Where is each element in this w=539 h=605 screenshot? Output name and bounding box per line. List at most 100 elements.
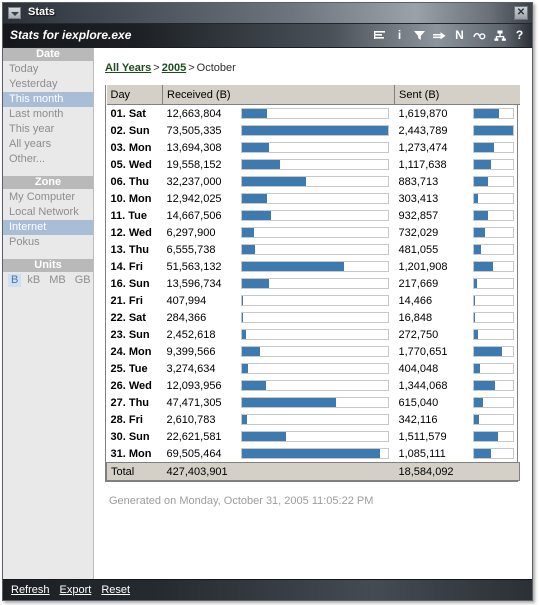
table-row[interactable]: 03. Mon13,694,3081,273,474	[107, 139, 520, 156]
sent-bar	[474, 109, 500, 118]
table-row[interactable]: 31. Mon69,505,4641,085,111	[107, 445, 520, 463]
table-row[interactable]: 16. Sun13,596,734217,669	[107, 275, 520, 292]
table-row[interactable]: 10. Mon12,942,025303,413	[107, 190, 520, 207]
received-value: 284,366	[163, 312, 241, 324]
sent-bar-track	[473, 244, 514, 255]
received-bar-track	[241, 244, 389, 255]
sent-bar-track	[473, 159, 514, 170]
sidebar-item-internet[interactable]: Internet	[3, 220, 93, 235]
sidebar-item-local-network[interactable]: Local Network	[3, 205, 93, 220]
cell-sent-value: 217,669	[395, 275, 520, 292]
received-bar-track	[241, 414, 389, 425]
column-header-sent[interactable]: Sent (B)	[395, 85, 520, 105]
sent-bar-track	[473, 108, 514, 119]
hierarchy-icon[interactable]	[493, 28, 506, 43]
table-row[interactable]: 22. Sat284,36616,848	[107, 309, 520, 326]
sent-bar-track	[473, 193, 514, 204]
sidebar-item-last-month[interactable]: Last month	[3, 107, 93, 122]
sent-bar	[474, 279, 477, 288]
sidebar-item-all-years[interactable]: All years	[3, 137, 93, 152]
sidebar-item-other[interactable]: Other...	[3, 152, 93, 167]
breadcrumb: All Years>2005>October	[105, 62, 520, 74]
sent-value: 1,085,111	[395, 448, 473, 460]
cell-received-value: 12,663,804	[163, 105, 395, 123]
help-icon[interactable]: ?	[513, 28, 526, 43]
table-row[interactable]: 28. Fri2,610,783342,116	[107, 411, 520, 428]
day-label: 05. Wed	[107, 159, 152, 171]
sent-bar-track	[473, 295, 514, 306]
received-bar-track	[241, 108, 389, 119]
sent-bar	[474, 432, 498, 441]
sent-bar	[474, 245, 482, 254]
unit-option-b[interactable]: B	[8, 274, 21, 287]
column-header-day[interactable]: Day	[107, 85, 163, 105]
cell-day: 14. Fri	[107, 258, 163, 275]
window-body: Date Today Yesterday This month Last mon…	[3, 48, 532, 579]
sent-bar-track	[473, 363, 514, 374]
table-row[interactable]: 11. Tue14,667,506932,857	[107, 207, 520, 224]
sidebar-item-today[interactable]: Today	[3, 62, 93, 77]
received-bar	[242, 330, 247, 339]
received-bar-track	[241, 448, 389, 459]
sent-value: 272,750	[395, 329, 473, 341]
info-icon[interactable]: i	[393, 28, 406, 43]
table-row[interactable]: 05. Wed19,558,1521,117,638	[107, 156, 520, 173]
column-header-received[interactable]: Received (B)	[163, 85, 395, 105]
table-row[interactable]: 30. Sun22,621,5811,511,579	[107, 428, 520, 445]
caret-down-icon[interactable]	[8, 7, 21, 19]
network-icon[interactable]: N	[453, 28, 466, 43]
total-received: 427,403,901	[163, 466, 228, 478]
cell-day: 24. Mon	[107, 343, 163, 360]
export-link[interactable]: Export	[60, 584, 92, 596]
table-row[interactable]: 25. Tue3,274,634404,048	[107, 360, 520, 377]
breadcrumb-link-all-years[interactable]: All Years	[105, 62, 151, 74]
cell-day: 02. Sun	[107, 122, 163, 139]
table-row[interactable]: 02. Sun73,505,3352,443,789	[107, 122, 520, 139]
sent-value: 481,055	[395, 244, 473, 256]
sent-bar	[474, 347, 502, 356]
breadcrumb-link-year[interactable]: 2005	[162, 62, 186, 74]
unit-option-gb[interactable]: GB	[72, 274, 94, 287]
sent-bar-track	[473, 329, 514, 340]
sidebar-item-pokus[interactable]: Pokus	[3, 235, 93, 250]
table-row[interactable]: 13. Thu6,555,738481,055	[107, 241, 520, 258]
sent-bar-track	[473, 346, 514, 357]
connection-icon[interactable]	[473, 28, 486, 43]
sidebar-item-this-year[interactable]: This year	[3, 122, 93, 137]
sent-value: 14,466	[395, 295, 473, 307]
cell-day: 06. Thu	[107, 173, 163, 190]
cell-received-value: 19,558,152	[163, 156, 395, 173]
table-row[interactable]: 24. Mon9,399,5661,770,651	[107, 343, 520, 360]
unit-option-mb[interactable]: MB	[46, 274, 69, 287]
table-row[interactable]: 14. Fri51,563,1321,201,908	[107, 258, 520, 275]
table-row[interactable]: 01. Sat12,663,8041,619,870	[107, 105, 520, 123]
table-row[interactable]: 23. Sun2,452,618272,750	[107, 326, 520, 343]
table-row[interactable]: 06. Thu32,237,000883,713	[107, 173, 520, 190]
table-row[interactable]: 26. Wed12,093,9561,344,068	[107, 377, 520, 394]
sidebar-item-yesterday[interactable]: Yesterday	[3, 77, 93, 92]
cell-day: 01. Sat	[107, 105, 163, 123]
refresh-link[interactable]: Refresh	[11, 584, 50, 596]
received-bar	[242, 109, 267, 118]
table-row[interactable]: 12. Wed6,297,900732,029	[107, 224, 520, 241]
sidebar-item-my-computer[interactable]: My Computer	[3, 190, 93, 205]
close-icon[interactable]: ✕	[514, 6, 528, 20]
total-label: Total	[107, 466, 134, 478]
cell-received-value: 12,942,025	[163, 190, 395, 207]
cell-day: 22. Sat	[107, 309, 163, 326]
table-row[interactable]: 21. Fri407,99414,466	[107, 292, 520, 309]
reset-link[interactable]: Reset	[101, 584, 130, 596]
sidebar-item-this-month[interactable]: This month	[3, 92, 93, 107]
stats-table-foot: Total 427,403,901 18,584,092	[107, 463, 520, 481]
cell-sent-value: 1,344,068	[395, 377, 520, 394]
sent-value: 404,048	[395, 363, 473, 375]
sidebar: Date Today Yesterday This month Last mon…	[3, 48, 94, 579]
arrow-right-icon[interactable]	[433, 28, 446, 43]
table-row[interactable]: 27. Thu47,471,305615,040	[107, 394, 520, 411]
unit-option-kb[interactable]: kB	[24, 274, 43, 287]
filter-icon[interactable]	[413, 28, 426, 43]
received-value: 407,994	[163, 295, 241, 307]
received-bar-track	[241, 227, 389, 238]
list-align-icon[interactable]	[373, 28, 386, 43]
total-row: Total 427,403,901 18,584,092	[107, 463, 520, 481]
